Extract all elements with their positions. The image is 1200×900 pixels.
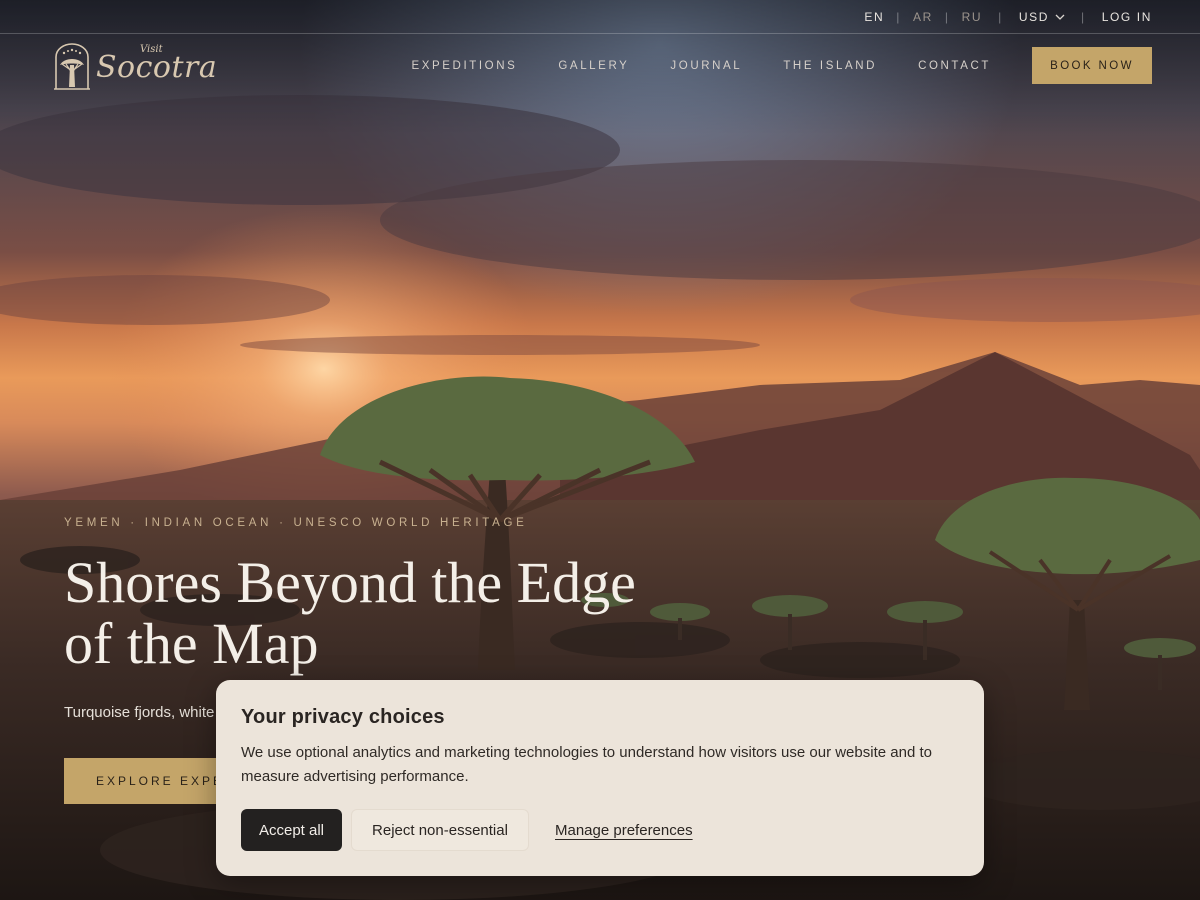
nav-expeditions[interactable]: EXPEDITIONS — [411, 60, 517, 72]
cookie-description: We use optional analytics and marketing … — [241, 744, 932, 785]
divider: | — [1081, 9, 1086, 24]
site-logo[interactable]: Visit Socotra — [52, 42, 217, 92]
divider: | — [896, 9, 901, 24]
lang-ru[interactable]: RU — [962, 10, 983, 24]
reject-non-essential-button[interactable]: Reject non-essential — [351, 809, 529, 851]
currency-selector[interactable]: USD — [1019, 10, 1065, 24]
headline-line-2: of the Map — [64, 611, 319, 676]
dragon-tree-logo-icon — [54, 43, 90, 90]
utility-links: EN | AR | RU | USD | LOG IN — [864, 0, 1152, 33]
headline-line-1: Shores Beyond the Edge — [64, 550, 636, 615]
login-link[interactable]: LOG IN — [1102, 10, 1152, 24]
nav-journal[interactable]: JOURNAL — [670, 60, 742, 72]
hero-headline: Shores Beyond the Edge of the Map — [64, 552, 684, 674]
nav-the-island[interactable]: THE ISLAND — [783, 60, 877, 72]
main-nav: EXPEDITIONS GALLERY JOURNAL THE ISLAND C… — [411, 47, 1152, 84]
currency-label: USD — [1018, 9, 1049, 24]
divider: | — [998, 9, 1003, 24]
book-now-button[interactable]: BOOK NOW — [1032, 47, 1152, 84]
lang-en[interactable]: EN — [864, 10, 884, 24]
cookie-actions: Accept all Reject non-essential Manage p… — [241, 809, 693, 851]
nav-gallery[interactable]: GALLERY — [558, 60, 629, 72]
cookie-consent-dialog: Your privacy choices We use optional ana… — [216, 680, 984, 876]
manage-preferences-link[interactable]: Manage preferences — [555, 822, 693, 839]
divider: | — [944, 9, 950, 24]
cookie-title: Your privacy choices — [241, 706, 445, 728]
hero-eyebrow: YEMEN · INDIAN OCEAN · UNESCO WORLD HERI… — [64, 517, 528, 529]
lang-ar[interactable]: AR — [913, 10, 933, 24]
utility-bar: EN | AR | RU | USD | LOG IN — [0, 0, 1200, 34]
hero-subtext: Turquoise fjords, white — [64, 704, 215, 721]
nav-contact[interactable]: CONTACT — [918, 60, 991, 72]
logo-wordmark: Socotra — [96, 50, 218, 85]
accept-all-button[interactable]: Accept all — [241, 809, 342, 851]
chevron-down-icon — [1055, 14, 1065, 20]
